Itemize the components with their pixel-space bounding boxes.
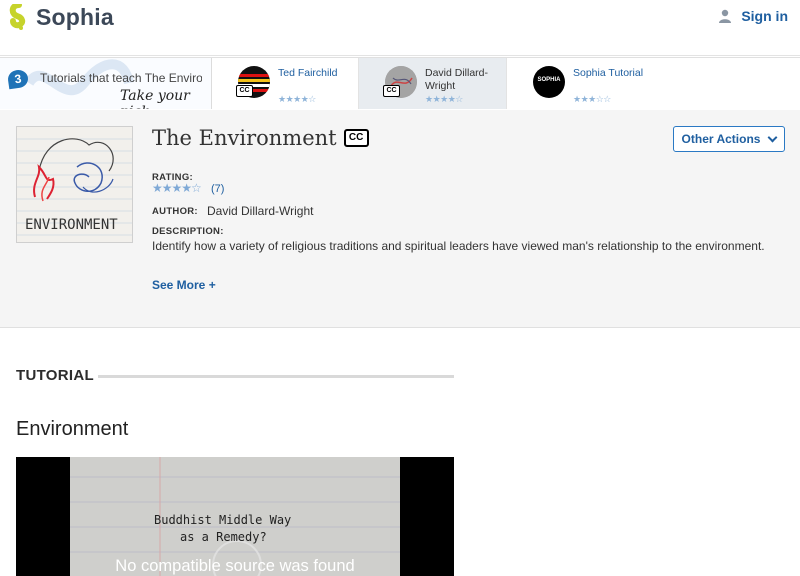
rating-stars: ★★★★☆ <box>152 181 202 195</box>
tutorial-stars: ★★★☆☆ <box>573 94 611 104</box>
other-actions-label: Other Actions <box>681 132 761 146</box>
section-label-tutorial: TUTORIAL <box>16 367 94 384</box>
tutorial-option-david-dillard-wright[interactable]: CC David Dillard-Wright ★★★★☆ <box>359 58 507 109</box>
video-player[interactable]: Buddhist Middle Way as a Remedy? No comp… <box>16 457 454 576</box>
tutorial-author[interactable]: David Dillard-Wright <box>425 67 497 93</box>
sophia-logo[interactable]: Sophia <box>8 4 114 30</box>
content-heading: Environment <box>16 418 129 440</box>
sign-in-label: Sign in <box>741 8 788 24</box>
tutorial-stars: ★★★★☆ <box>425 94 463 104</box>
video-error-message: No compatible source was found <box>115 557 355 575</box>
tutorial-stars: ★★★★☆ <box>278 94 316 104</box>
tutorial-author[interactable]: Ted Fairchild <box>278 67 338 80</box>
closed-caption-icon: CC <box>383 85 400 97</box>
title-row: The Environment CC <box>152 126 369 150</box>
see-more-link[interactable]: See More + <box>152 278 216 292</box>
description-text: Identify how a variety of religious trad… <box>152 239 765 253</box>
tutorial-info-panel: ENVIRONMENT The Environment CC Other Act… <box>0 110 800 328</box>
author-name: David Dillard-Wright <box>207 204 314 218</box>
tutorial-cover-image: ENVIRONMENT <box>16 126 133 243</box>
chevron-down-icon <box>768 132 778 142</box>
tutorial-option-sophia-tutorial[interactable]: SOPHIA Sophia Tutorial ★★★☆☆ <box>507 58 800 109</box>
person-icon <box>719 9 732 23</box>
description-label: DESCRIPTION: <box>152 226 224 237</box>
take-your-pick: Take your pick: <box>120 88 190 109</box>
thumbnail-logo-text: SOPHIA <box>537 77 561 83</box>
tutorial-author[interactable]: Sophia Tutorial <box>573 67 643 80</box>
page-title: The Environment <box>152 126 337 150</box>
tutorial-thumbnail: SOPHIA <box>533 66 565 98</box>
sign-in-link[interactable]: Sign in <box>718 8 788 24</box>
picker-intro-text: Tutorials that teach The Environment <box>40 71 202 85</box>
author-label: AUTHOR: <box>152 206 198 217</box>
closed-caption-icon: CC <box>236 85 253 97</box>
brand-name: Sophia <box>36 3 114 30</box>
cover-text: ENVIRONMENT <box>25 217 118 233</box>
rating-count-link[interactable]: (7) <box>211 183 224 195</box>
site-header: Sophia Sign in <box>0 0 800 56</box>
video-handwriting-line-2: as a Remedy? <box>180 530 267 544</box>
section-divider <box>98 375 454 378</box>
video-handwriting-line-1: Buddhist Middle Way <box>154 513 292 527</box>
tutorial-option-ted-fairchild[interactable]: CC Ted Fairchild ★★★★☆ <box>212 58 359 109</box>
cover-drawing: ENVIRONMENT <box>17 138 132 236</box>
tutorial-picker: 3 Tutorials that teach The Environment T… <box>0 57 800 109</box>
closed-caption-icon: CC <box>343 129 369 147</box>
sophia-logo-icon <box>9 4 26 30</box>
other-actions-button[interactable]: Other Actions <box>673 126 785 152</box>
picker-intro: 3 Tutorials that teach The Environment T… <box>0 58 212 109</box>
